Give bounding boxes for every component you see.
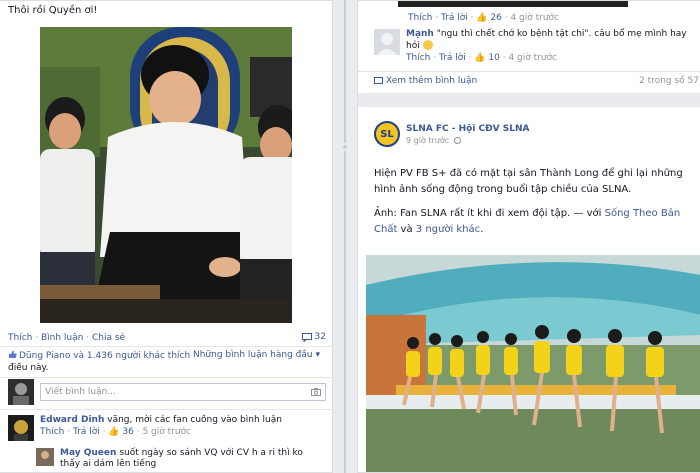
comment-bubble-icon [374,77,383,84]
divider [0,409,332,410]
post-text-line: Hiện PV FB S+ đã có mặt tại sân Thành Lo… [374,168,683,179]
share-link[interactable]: Chia sẻ [92,333,125,343]
comment-like-link[interactable]: Thích [408,13,432,23]
comment-bubble-icon [301,332,312,342]
like-link[interactable]: Thích [8,333,32,343]
comment-text: "ngu thì chết chớ ko bệnh tật chi". câu … [436,29,687,39]
reply-item: May Queen suốt ngày so sánh VQ với CV h … [36,448,326,470]
comment-likes-count[interactable]: 36 [122,427,133,437]
likers-text[interactable]: Dũng Piano và 1.436 người khác thích [19,351,190,361]
comment-text-continued: thấy ai dám lên tiếng [60,459,157,469]
timeline-dot [341,143,349,151]
thumbs-up-icon: 👍 [108,427,120,437]
comment-like-link[interactable]: Thích [406,53,430,63]
likes-summary: Dũng Piano và 1.436 người khác thích điề… [8,350,326,374]
divider [0,377,332,378]
write-comment-box: Viết bình luận... [8,379,326,405]
comment-input[interactable]: Viết bình luận... [40,383,326,401]
thumbs-up-icon: 👍 [476,13,488,23]
commenter-name[interactable]: May Queen [60,448,116,458]
thumbs-up-icon: 👍 [474,53,486,63]
post-header: SL SLNA FC - Hội CĐV SLNA 9 giờ trước [374,121,530,147]
comment-time: 4 giờ trước [508,53,558,63]
and-text: và [397,224,416,235]
avatar[interactable] [374,29,400,55]
commenter-name[interactable]: Edward Dinh [40,415,104,425]
avatar[interactable] [36,448,54,466]
tagged-others-link[interactable]: 3 người khác [416,224,480,235]
top-comments-dropdown[interactable]: Những bình luận hàng đầu ▾ [193,350,320,361]
comment-input-placeholder: Viết bình luận... [45,387,116,397]
comment-text-continued: hỏi [406,41,420,51]
view-more-comments-label: Xem thêm bình luận [386,76,478,86]
comment-time: 4 giờ trước [510,13,560,23]
comment-reply-link[interactable]: Trả lời [441,13,468,23]
comment-time: 5 giờ trước [142,427,192,437]
page-avatar[interactable]: SL [374,121,400,147]
period-text: . [480,224,484,235]
divider [358,71,700,72]
comment-item: Mạnh "ngu thì chết chớ ko bệnh tật chi".… [374,29,699,64]
post-separator [358,93,700,107]
previous-photo-bottom [398,1,628,7]
timeline-line [344,0,346,473]
comment-link[interactable]: Bình luận [41,333,83,343]
avatar[interactable] [8,415,34,441]
previous-comment-meta: Thích · Trả lời · 👍 26 · 4 giờ trước [408,13,560,23]
timeline-gutter [334,0,356,473]
left-feed-post: Thôi rồi Quyền ơi! Thích · Bình luận · C… [0,0,333,473]
post-photo[interactable] [366,255,700,472]
commenter-name[interactable]: Mạnh [406,29,434,39]
comment-count[interactable]: 32 [301,332,326,342]
comment-likes-count[interactable]: 10 [488,53,499,63]
camera-icon[interactable] [311,388,321,396]
post-time[interactable]: 9 giờ trước [406,136,530,145]
thumbs-up-icon [8,350,17,363]
post-actions: Thích · Bình luận · Chia sẻ [8,333,126,343]
tagged-page-link-continued[interactable]: Chất [374,224,397,235]
post-time-text: 9 giờ trước [406,135,450,145]
likers-tail: điều này. [8,363,49,373]
divider [0,346,332,347]
stadium-photo-image [366,255,700,472]
court-photo-image [40,27,292,323]
smile-emoticon-icon [422,40,433,50]
comments-shown-count: 2 trong số 57 [639,76,699,86]
globe-icon [453,136,461,144]
comment-reply-link[interactable]: Trả lời [439,53,466,63]
comment-text: suốt ngày so sánh VQ với CV h a ri thì k… [119,448,303,458]
page-name[interactable]: SLNA FC - Hội CĐV SLNA [406,124,530,134]
post-text-line: hình ảnh sống động trong buổi tập chiều … [374,184,632,195]
view-more-comments-link[interactable]: Xem thêm bình luận [374,76,477,86]
right-feed-column: Thích · Trả lời · 👍 26 · 4 giờ trước Mạn… [357,0,700,473]
comment-item: Edward Dinh vãng, mời các fan cuồng vào … [8,415,326,441]
page-logo-text: SL [380,128,394,140]
post-body: Hiện PV FB S+ đã có mặt tại sân Thành Lo… [374,166,694,238]
avatar [8,379,34,405]
post-caption: Ảnh: Fan SLNA rất ít khi đi xem đội tập.… [374,208,605,219]
post-text: Thôi rồi Quyền ơi! [8,5,98,16]
tagged-page-link[interactable]: Sống Theo Bản [605,208,681,219]
comment-like-link[interactable]: Thích [40,427,64,437]
comment-reply-link[interactable]: Trả lời [73,427,100,437]
more-comments-row: Xem thêm bình luận 2 trong số 57 [374,76,699,86]
post-photo[interactable] [40,27,292,323]
comment-count-value: 32 [314,332,326,342]
comment-likes-count[interactable]: 26 [490,13,501,23]
comment-text: vãng, mời các fan cuồng vào bình luận [107,415,282,425]
